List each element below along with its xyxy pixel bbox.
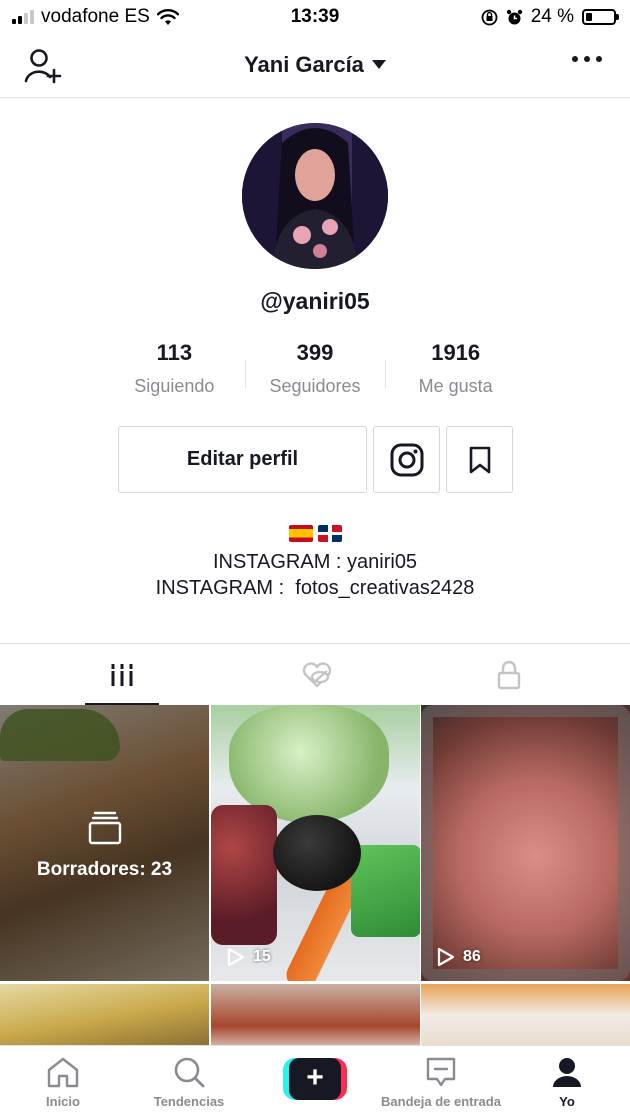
tab-liked[interactable]	[280, 644, 354, 706]
profile-tabs	[0, 643, 630, 706]
account-name: Yani García	[244, 52, 364, 77]
likes-count: 1916	[431, 340, 481, 365]
stat-followers[interactable]: 399 Seguidores	[244, 340, 386, 404]
play-count: 15	[227, 947, 271, 967]
dominican-republic-flag-icon	[317, 525, 342, 542]
stat-following[interactable]: 113 Siguiendo	[104, 340, 245, 404]
video-thumbnail[interactable]	[0, 984, 209, 1045]
likes-label: Me gusta	[418, 376, 493, 396]
create-video-button[interactable]: +	[282, 1046, 348, 1120]
inbox-icon	[426, 1057, 456, 1087]
bio-line-2: INSTAGRAM : fotos_creativas2428	[155, 577, 475, 599]
status-right: 24 %	[481, 6, 619, 28]
tab-private[interactable]	[472, 644, 546, 706]
battery-percentage: 24 %	[530, 6, 574, 27]
video-grid: Borradores: 23 15 86	[0, 705, 630, 1045]
caret-down-icon	[371, 60, 386, 69]
followers-label: Seguidores	[269, 376, 361, 396]
home-icon	[47, 1057, 79, 1088]
profile-stats: 113 Siguiendo 399 Seguidores 1916 Me gus…	[104, 340, 526, 404]
more-icon[interactable]	[572, 56, 602, 62]
nav-trending-label: Tendencias	[153, 1094, 225, 1109]
profile-icon	[553, 1058, 581, 1087]
nav-home[interactable]: Inicio	[33, 1046, 93, 1120]
video-thumbnail[interactable]: 15	[211, 705, 420, 981]
profile-header: Yani García	[0, 34, 630, 98]
battery-icon	[582, 9, 619, 25]
play-icon	[227, 947, 245, 967]
avatar-photo	[242, 123, 388, 269]
bio-flags	[0, 525, 630, 542]
nav-home-label: Inicio	[46, 1094, 80, 1109]
spain-flag-icon	[288, 525, 313, 542]
drafts-icon	[88, 811, 121, 845]
play-icon	[437, 947, 455, 967]
nav-profile-label: Yo	[559, 1094, 575, 1109]
search-icon	[174, 1057, 205, 1088]
orientation-lock-icon	[481, 9, 498, 25]
battery-level	[586, 13, 592, 21]
followers-count: 399	[296, 340, 334, 365]
drafts-count: Borradores: 23	[36, 859, 173, 880]
avatar[interactable]	[242, 123, 388, 269]
favorites-button[interactable]	[446, 426, 513, 493]
profile-username: @yaniri05	[260, 288, 370, 314]
bookmark-icon	[469, 446, 490, 473]
play-count-value: 15	[253, 948, 271, 965]
status-bar: vodafone ES 13:39 24 %	[0, 0, 630, 34]
stat-likes[interactable]: 1916 Me gusta	[385, 340, 526, 404]
video-thumbnail[interactable]	[211, 984, 420, 1045]
edit-profile-button[interactable]: Editar perfil	[118, 426, 367, 493]
video-thumbnail[interactable]	[421, 984, 630, 1045]
play-count-value: 86	[463, 948, 481, 965]
nav-inbox[interactable]: Bandeja de entrada	[370, 1046, 512, 1120]
videos-grid-icon	[110, 664, 134, 686]
drafts-overlay: Borradores: 23	[0, 810, 209, 881]
following-count: 113	[156, 340, 193, 365]
account-switcher[interactable]: Yani García	[0, 52, 630, 78]
nav-inbox-label: Bandeja de entrada	[381, 1094, 501, 1109]
instagram-icon	[390, 443, 423, 476]
tab-videos[interactable]	[85, 644, 159, 706]
play-count: 86	[437, 947, 481, 967]
video-thumbnail[interactable]: 86	[421, 705, 630, 981]
drafts-tile[interactable]: Borradores: 23	[0, 705, 209, 981]
alarm-icon	[506, 9, 522, 24]
lock-icon	[497, 660, 521, 690]
bio-line-1: INSTAGRAM : yaniri05	[212, 551, 418, 573]
instagram-button[interactable]	[373, 426, 440, 493]
liked-hidden-icon	[302, 662, 332, 688]
nav-profile[interactable]: Yo	[543, 1046, 591, 1120]
plus-icon: +	[283, 1058, 347, 1100]
nav-trending[interactable]: Tendencias	[144, 1046, 234, 1120]
following-label: Siguiendo	[134, 376, 215, 396]
bottom-navigation: Inicio Tendencias + Bandeja de entrada Y…	[0, 1045, 630, 1120]
